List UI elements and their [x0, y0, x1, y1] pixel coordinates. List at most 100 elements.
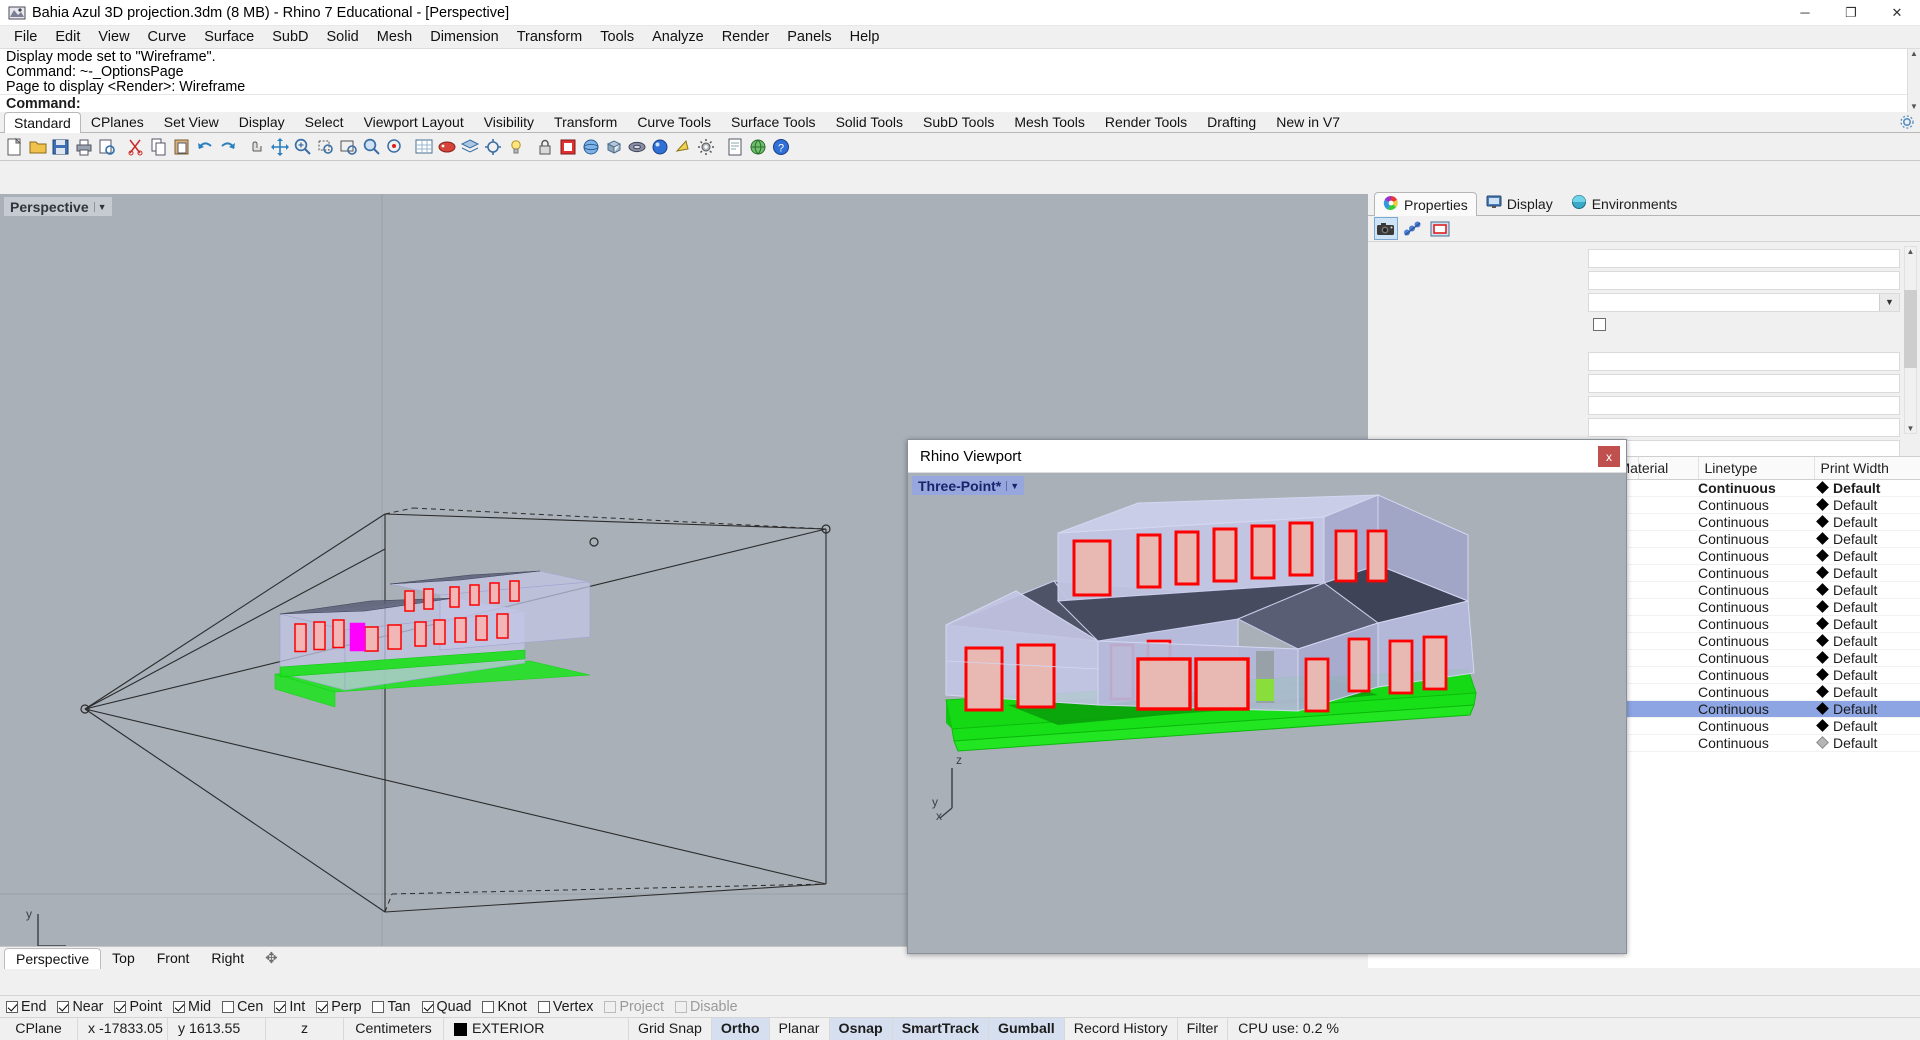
checkbox[interactable] [482, 1001, 494, 1013]
layer-print-width[interactable]: Default [1814, 649, 1920, 666]
dialog-3d-canvas[interactable]: y x [908, 473, 1626, 953]
status-layer[interactable]: EXTERIOR [444, 1018, 629, 1040]
minimize-button[interactable]: ─ [1782, 0, 1828, 26]
gear-icon[interactable] [695, 136, 717, 158]
rhino-viewport-dialog[interactable]: Rhino Viewport x [907, 439, 1627, 954]
scroll-down-icon[interactable]: ▼ [1910, 102, 1918, 112]
menu-item-mesh[interactable]: Mesh [368, 27, 421, 47]
command-scrollbar[interactable]: ▲ ▼ [1907, 49, 1920, 112]
col-linetype[interactable]: Linetype [1698, 457, 1814, 479]
chevron-down-icon[interactable]: ▼ [1879, 294, 1899, 311]
toolbar-tab-set-view[interactable]: Set View [154, 111, 229, 132]
layer-print-width[interactable]: Default [1814, 683, 1920, 700]
status-toggle-filter[interactable]: Filter [1178, 1018, 1229, 1040]
camera-icon[interactable] [1374, 217, 1398, 240]
viewport-tab-perspective[interactable]: Perspective [4, 948, 101, 969]
command-history[interactable]: Display mode set to "Wireframe". Command… [0, 49, 1920, 94]
pan-icon[interactable] [246, 136, 268, 158]
zoom-selected-icon[interactable] [361, 136, 383, 158]
col-print-width[interactable]: Print Width [1814, 457, 1920, 479]
toolbar-tab-drafting[interactable]: Drafting [1197, 111, 1266, 132]
layer-print-width[interactable]: Default [1814, 598, 1920, 615]
status-units[interactable]: Centimeters [344, 1018, 444, 1040]
layer-print-width[interactable]: Default [1814, 479, 1920, 496]
status-toggle-gumball[interactable]: Gumball [989, 1018, 1065, 1040]
menu-item-panels[interactable]: Panels [778, 27, 840, 47]
material-sphere-icon[interactable] [649, 136, 671, 158]
osnap-vertex[interactable]: Vertex [538, 999, 594, 1015]
redo-icon[interactable] [217, 136, 239, 158]
paste-icon[interactable] [171, 136, 193, 158]
layer-print-width[interactable]: Default [1814, 564, 1920, 581]
checkbox[interactable] [538, 1001, 550, 1013]
checkbox[interactable] [222, 1001, 234, 1013]
lock-icon[interactable] [534, 136, 556, 158]
toolbar-tab-standard[interactable]: Standard [4, 112, 81, 133]
viewport-title[interactable]: Perspective ▼ [4, 197, 112, 216]
chevron-down-icon[interactable]: ▼ [94, 202, 110, 212]
panel-tab-environments[interactable]: Environments [1562, 191, 1687, 215]
box-icon[interactable] [603, 136, 625, 158]
status-toggle-grid-snap[interactable]: Grid Snap [629, 1018, 712, 1040]
checkbox[interactable] [274, 1001, 286, 1013]
toolbar-tab-solid-tools[interactable]: Solid Tools [826, 111, 913, 132]
toolbar-tab-display[interactable]: Display [229, 111, 295, 132]
layer-linetype[interactable]: Continuous [1698, 547, 1814, 564]
osnap-tan[interactable]: Tan [372, 999, 410, 1015]
toolbar-tab-render-tools[interactable]: Render Tools [1095, 111, 1197, 132]
viewport-tab-front[interactable]: Front [146, 948, 201, 968]
panel-tab-properties[interactable]: Properties [1374, 192, 1477, 216]
layer-linetype[interactable]: Continuous [1698, 496, 1814, 513]
zoom-window-icon[interactable] [315, 136, 337, 158]
menu-item-dimension[interactable]: Dimension [421, 27, 508, 47]
layer-linetype[interactable]: Continuous [1698, 666, 1814, 683]
layer-linetype[interactable]: Continuous [1698, 717, 1814, 734]
light-icon[interactable] [505, 136, 527, 158]
panel-tab-display[interactable]: Display [1477, 191, 1562, 215]
render-icon[interactable] [436, 136, 458, 158]
layer-linetype[interactable]: Continuous [1698, 598, 1814, 615]
layer-linetype[interactable]: Continuous [1698, 615, 1814, 632]
osnap-mid[interactable]: Mid [173, 999, 211, 1015]
grid-icon[interactable] [413, 136, 435, 158]
menu-item-render[interactable]: Render [713, 27, 779, 47]
toolbar-tab-cplanes[interactable]: CPlanes [81, 111, 154, 132]
copy-icon[interactable] [148, 136, 170, 158]
notes-icon[interactable] [724, 136, 746, 158]
layer-print-width[interactable]: Default [1814, 547, 1920, 564]
print-icon[interactable] [73, 136, 95, 158]
object-color-icon[interactable] [557, 136, 579, 158]
status-toggle-smarttrack[interactable]: SmartTrack [893, 1018, 989, 1040]
status-toggle-planar[interactable]: Planar [770, 1018, 830, 1040]
menu-item-subd[interactable]: SubD [263, 27, 317, 47]
chevron-down-icon[interactable]: ▼ [1006, 481, 1022, 491]
move-icon[interactable] [269, 136, 291, 158]
property-text-field[interactable] [1588, 271, 1900, 290]
layer-linetype[interactable]: Continuous [1698, 513, 1814, 530]
checkbox[interactable] [173, 1001, 185, 1013]
scroll-down-icon[interactable]: ▼ [1907, 424, 1915, 433]
checkbox[interactable] [6, 1001, 18, 1013]
scroll-up-icon[interactable]: ▲ [1907, 247, 1915, 256]
layer-linetype[interactable]: Continuous [1698, 581, 1814, 598]
zoom-in-icon[interactable] [292, 136, 314, 158]
layer-linetype[interactable]: Continuous [1698, 564, 1814, 581]
menu-item-file[interactable]: File [5, 27, 46, 47]
menu-item-surface[interactable]: Surface [195, 27, 263, 47]
dialog-close-button[interactable]: x [1598, 446, 1620, 467]
layer-print-width[interactable]: Default [1814, 666, 1920, 683]
open-folder-icon[interactable] [27, 136, 49, 158]
layer-linetype[interactable]: Continuous [1698, 530, 1814, 547]
osnap-int[interactable]: Int [274, 999, 305, 1015]
layer-print-width[interactable]: Default [1814, 734, 1920, 751]
menu-item-solid[interactable]: Solid [318, 27, 368, 47]
osnap-end[interactable]: End [6, 999, 46, 1015]
property-checkbox[interactable] [1593, 318, 1606, 331]
property-text-field[interactable] [1588, 418, 1900, 437]
property-combobox[interactable]: ▼ [1588, 293, 1900, 312]
osnap-point[interactable]: Point [114, 999, 162, 1015]
layer-linetype[interactable]: Continuous [1698, 734, 1814, 751]
status-toggle-record-history[interactable]: Record History [1065, 1018, 1178, 1040]
dialog-viewport-title[interactable]: Three-Point* ▼ [912, 476, 1024, 495]
property-text-field[interactable] [1588, 374, 1900, 393]
